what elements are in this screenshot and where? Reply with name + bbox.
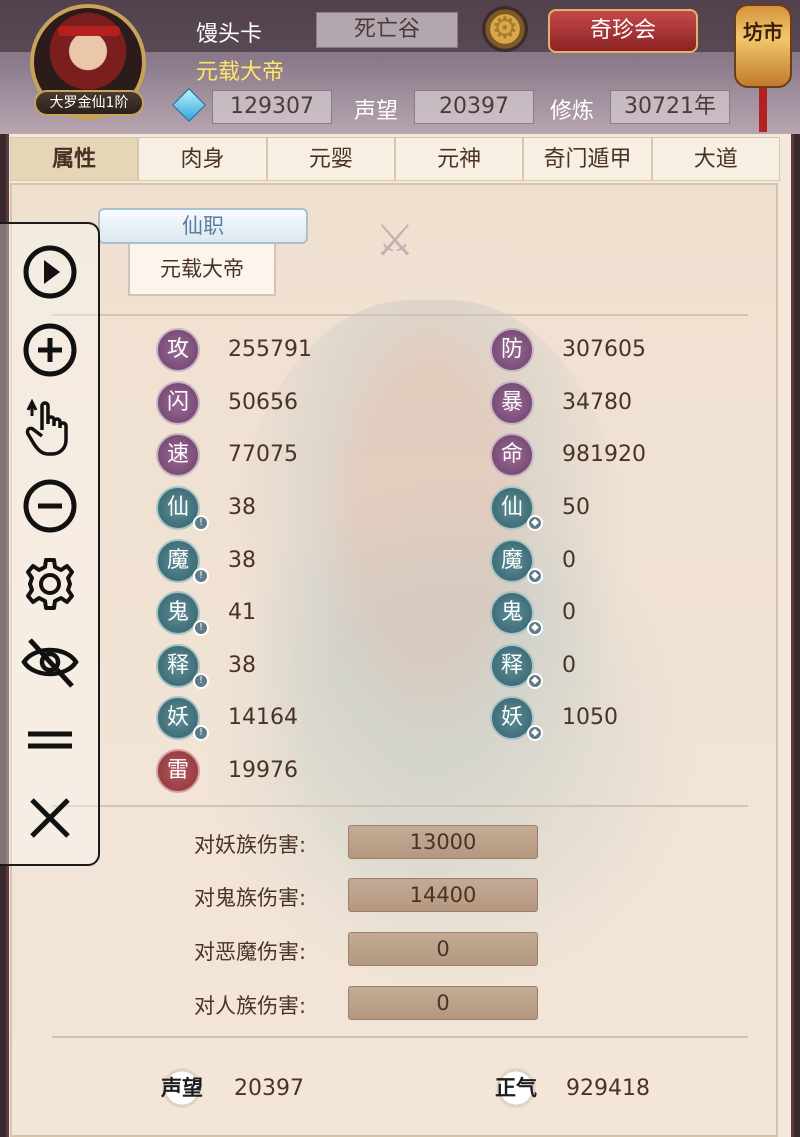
settings-gear-icon[interactable]: ⚙: [482, 6, 528, 52]
attack-badge-icon: !: [193, 515, 209, 531]
cultivation-label: 修炼: [550, 99, 595, 124]
gear-icon[interactable]: [20, 554, 80, 614]
shield-badge-icon: ◆: [527, 515, 543, 531]
tab-attributes[interactable]: 属性: [10, 137, 139, 181]
prestige-label: 声望: [354, 99, 399, 124]
tab-primordial-spirit[interactable]: 元神: [394, 137, 524, 181]
defense-icon: 防: [490, 328, 534, 372]
section-divider: [52, 1036, 748, 1038]
prestige-stat-value: 20397: [234, 1076, 304, 1101]
defense-value: 307605: [562, 337, 646, 362]
damage-value-human: 0: [348, 986, 538, 1020]
damage-label-demon: 对恶魔伤害:: [194, 940, 307, 964]
shield-badge-icon: ◆: [527, 673, 543, 689]
buddhist-defense-value: 0: [562, 653, 576, 678]
tab-body[interactable]: 肉身: [138, 137, 267, 181]
treasure-fair-button[interactable]: 奇珍会: [548, 9, 698, 53]
avatar-bandana: [58, 26, 120, 36]
market-lantern-button[interactable]: 坊市: [734, 4, 792, 88]
location-box: 死亡谷: [316, 12, 458, 48]
thunder-icon: 雷: [156, 749, 200, 793]
righteousness-value: 929418: [566, 1076, 650, 1101]
demon-attack-value: 38: [228, 548, 256, 573]
attack-badge-icon: !: [193, 725, 209, 741]
attack-value: 255791: [228, 337, 312, 362]
prestige-icon: 声望: [158, 1066, 206, 1110]
immortal-defense-value: 50: [562, 495, 590, 520]
dodge-icon: 闪: [156, 381, 200, 425]
character-background-robe: [200, 480, 700, 1000]
dodge-value: 50656: [228, 390, 298, 415]
tab-qimen-dunjia[interactable]: 奇门遁甲: [523, 137, 652, 181]
shield-badge-icon: ◆: [527, 620, 543, 636]
player-name: 馒头卡: [196, 22, 263, 47]
righteousness-icon: 正气: [492, 1066, 540, 1110]
ghost-defense-value: 0: [562, 600, 576, 625]
play-icon[interactable]: [20, 242, 80, 302]
crit-value: 34780: [562, 390, 632, 415]
immortal-post-value: 元载大帝: [128, 244, 276, 296]
damage-value-yao: 13000: [348, 825, 538, 859]
menu-icon[interactable]: [20, 710, 80, 770]
ghost-attack-value: 41: [228, 600, 256, 625]
hide-icon[interactable]: [20, 632, 80, 692]
zoom-out-icon[interactable]: [20, 476, 80, 536]
damage-label-human: 对人族伤害:: [194, 994, 307, 1018]
speed-icon: 速: [156, 433, 200, 477]
damage-value-ghost: 14400: [348, 878, 538, 912]
tab-great-dao[interactable]: 大道: [651, 137, 780, 181]
shield-badge-icon: ◆: [527, 568, 543, 584]
shield-badge-icon: ◆: [527, 725, 543, 741]
yao-attack-value: 14164: [228, 705, 298, 730]
yao-defense-value: 1050: [562, 705, 618, 730]
hp-icon: 命: [490, 433, 534, 477]
attack-badge-icon: !: [193, 673, 209, 689]
rank-badge: 大罗金仙1阶: [34, 90, 144, 116]
close-icon[interactable]: [20, 788, 80, 848]
demon-defense-value: 0: [562, 548, 576, 573]
attack-badge-icon: !: [193, 568, 209, 584]
speed-value: 77075: [228, 442, 298, 467]
section-divider: [52, 314, 748, 316]
attack-icon: 攻: [156, 328, 200, 372]
immortal-post-tag: 仙职: [98, 208, 308, 244]
gem-count: 129307: [212, 90, 332, 124]
tab-nascent-soul[interactable]: 元婴: [266, 137, 395, 181]
damage-label-ghost: 对鬼族伤害:: [194, 886, 307, 910]
lantern-tassel: [759, 88, 767, 132]
attack-badge-icon: !: [193, 620, 209, 636]
damage-value-demon: 0: [348, 932, 538, 966]
prestige-value: 20397: [414, 90, 534, 124]
tab-bar: 属性 肉身 元婴 元神 奇门遁甲 大道: [10, 137, 780, 181]
immortal-attack-value: 38: [228, 495, 256, 520]
hp-value: 981920: [562, 442, 646, 467]
zoom-in-icon[interactable]: [20, 320, 80, 380]
player-title: 元载大帝: [196, 60, 285, 85]
thunder-value: 19976: [228, 758, 298, 783]
damage-label-yao: 对妖族伤害:: [194, 833, 307, 857]
section-divider: [52, 805, 748, 807]
crit-icon: 暴: [490, 381, 534, 425]
cultivation-value: 30721年: [610, 90, 730, 124]
buddhist-attack-value: 38: [228, 653, 256, 678]
crossed-swords-icon: ⚔: [375, 215, 415, 266]
tap-gesture-icon[interactable]: [20, 396, 80, 456]
